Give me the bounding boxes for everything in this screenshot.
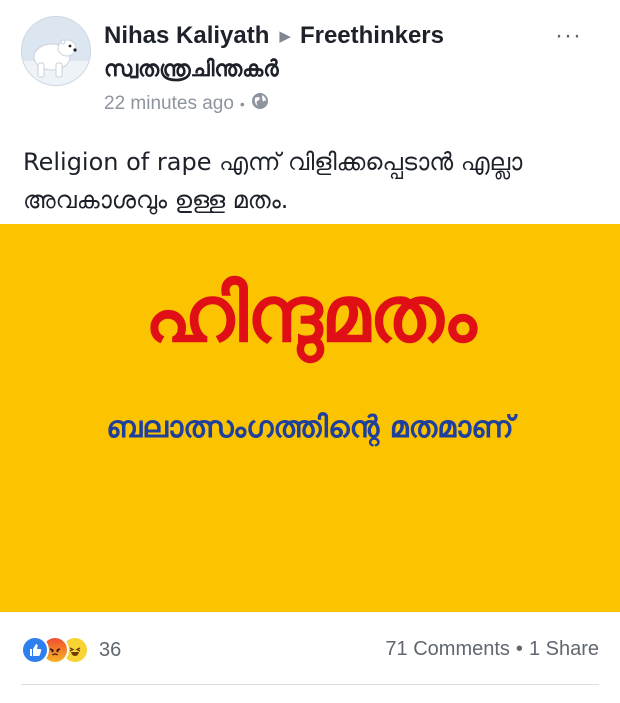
group-name-malayalam[interactable]: സ്വതന്ത്രചിന്തകർ [104, 57, 279, 82]
image-headline: ഹിന്ദുമതം [144, 270, 477, 360]
shares-link[interactable]: 1 Share [529, 638, 599, 660]
engagement-summary: 71 Comments • 1 Share [385, 638, 599, 661]
post-image[interactable]: ഹിന്ദുമതം ബലാത്സംഗത്തിന്റെ മതമാണ് [0, 224, 620, 612]
group-name[interactable]: Freethinkers [300, 22, 444, 50]
like-icon [21, 636, 49, 664]
image-subline: ബലാത്സംഗത്തിന്റെ മതമാണ് [106, 410, 514, 445]
reactions-summary[interactable]: 36 [21, 636, 121, 664]
post-text: Religion of rape എന്ന് വിളിക്കപ്പെടാൻ എല… [23, 148, 523, 214]
arrow-right-icon: ▶ [279, 28, 291, 45]
post-meta: 22 minutes ago • [104, 92, 269, 116]
timestamp[interactable]: 22 minutes ago [104, 93, 234, 115]
footer-divider [21, 684, 599, 685]
author-name[interactable]: Nihas Kaliyath [104, 22, 269, 50]
avatar[interactable] [21, 16, 91, 86]
post-header: Nihas Kaliyath ▶ Freethinkers [104, 22, 444, 50]
polar-bear-avatar-image [22, 17, 90, 85]
comments-link[interactable]: 71 Comments [385, 638, 510, 660]
globe-icon[interactable] [251, 92, 269, 116]
meta-separator: • [239, 96, 245, 112]
reaction-count: 36 [99, 638, 122, 661]
more-options-icon[interactable]: ··· [555, 22, 582, 50]
engagement-separator: • [515, 638, 523, 660]
